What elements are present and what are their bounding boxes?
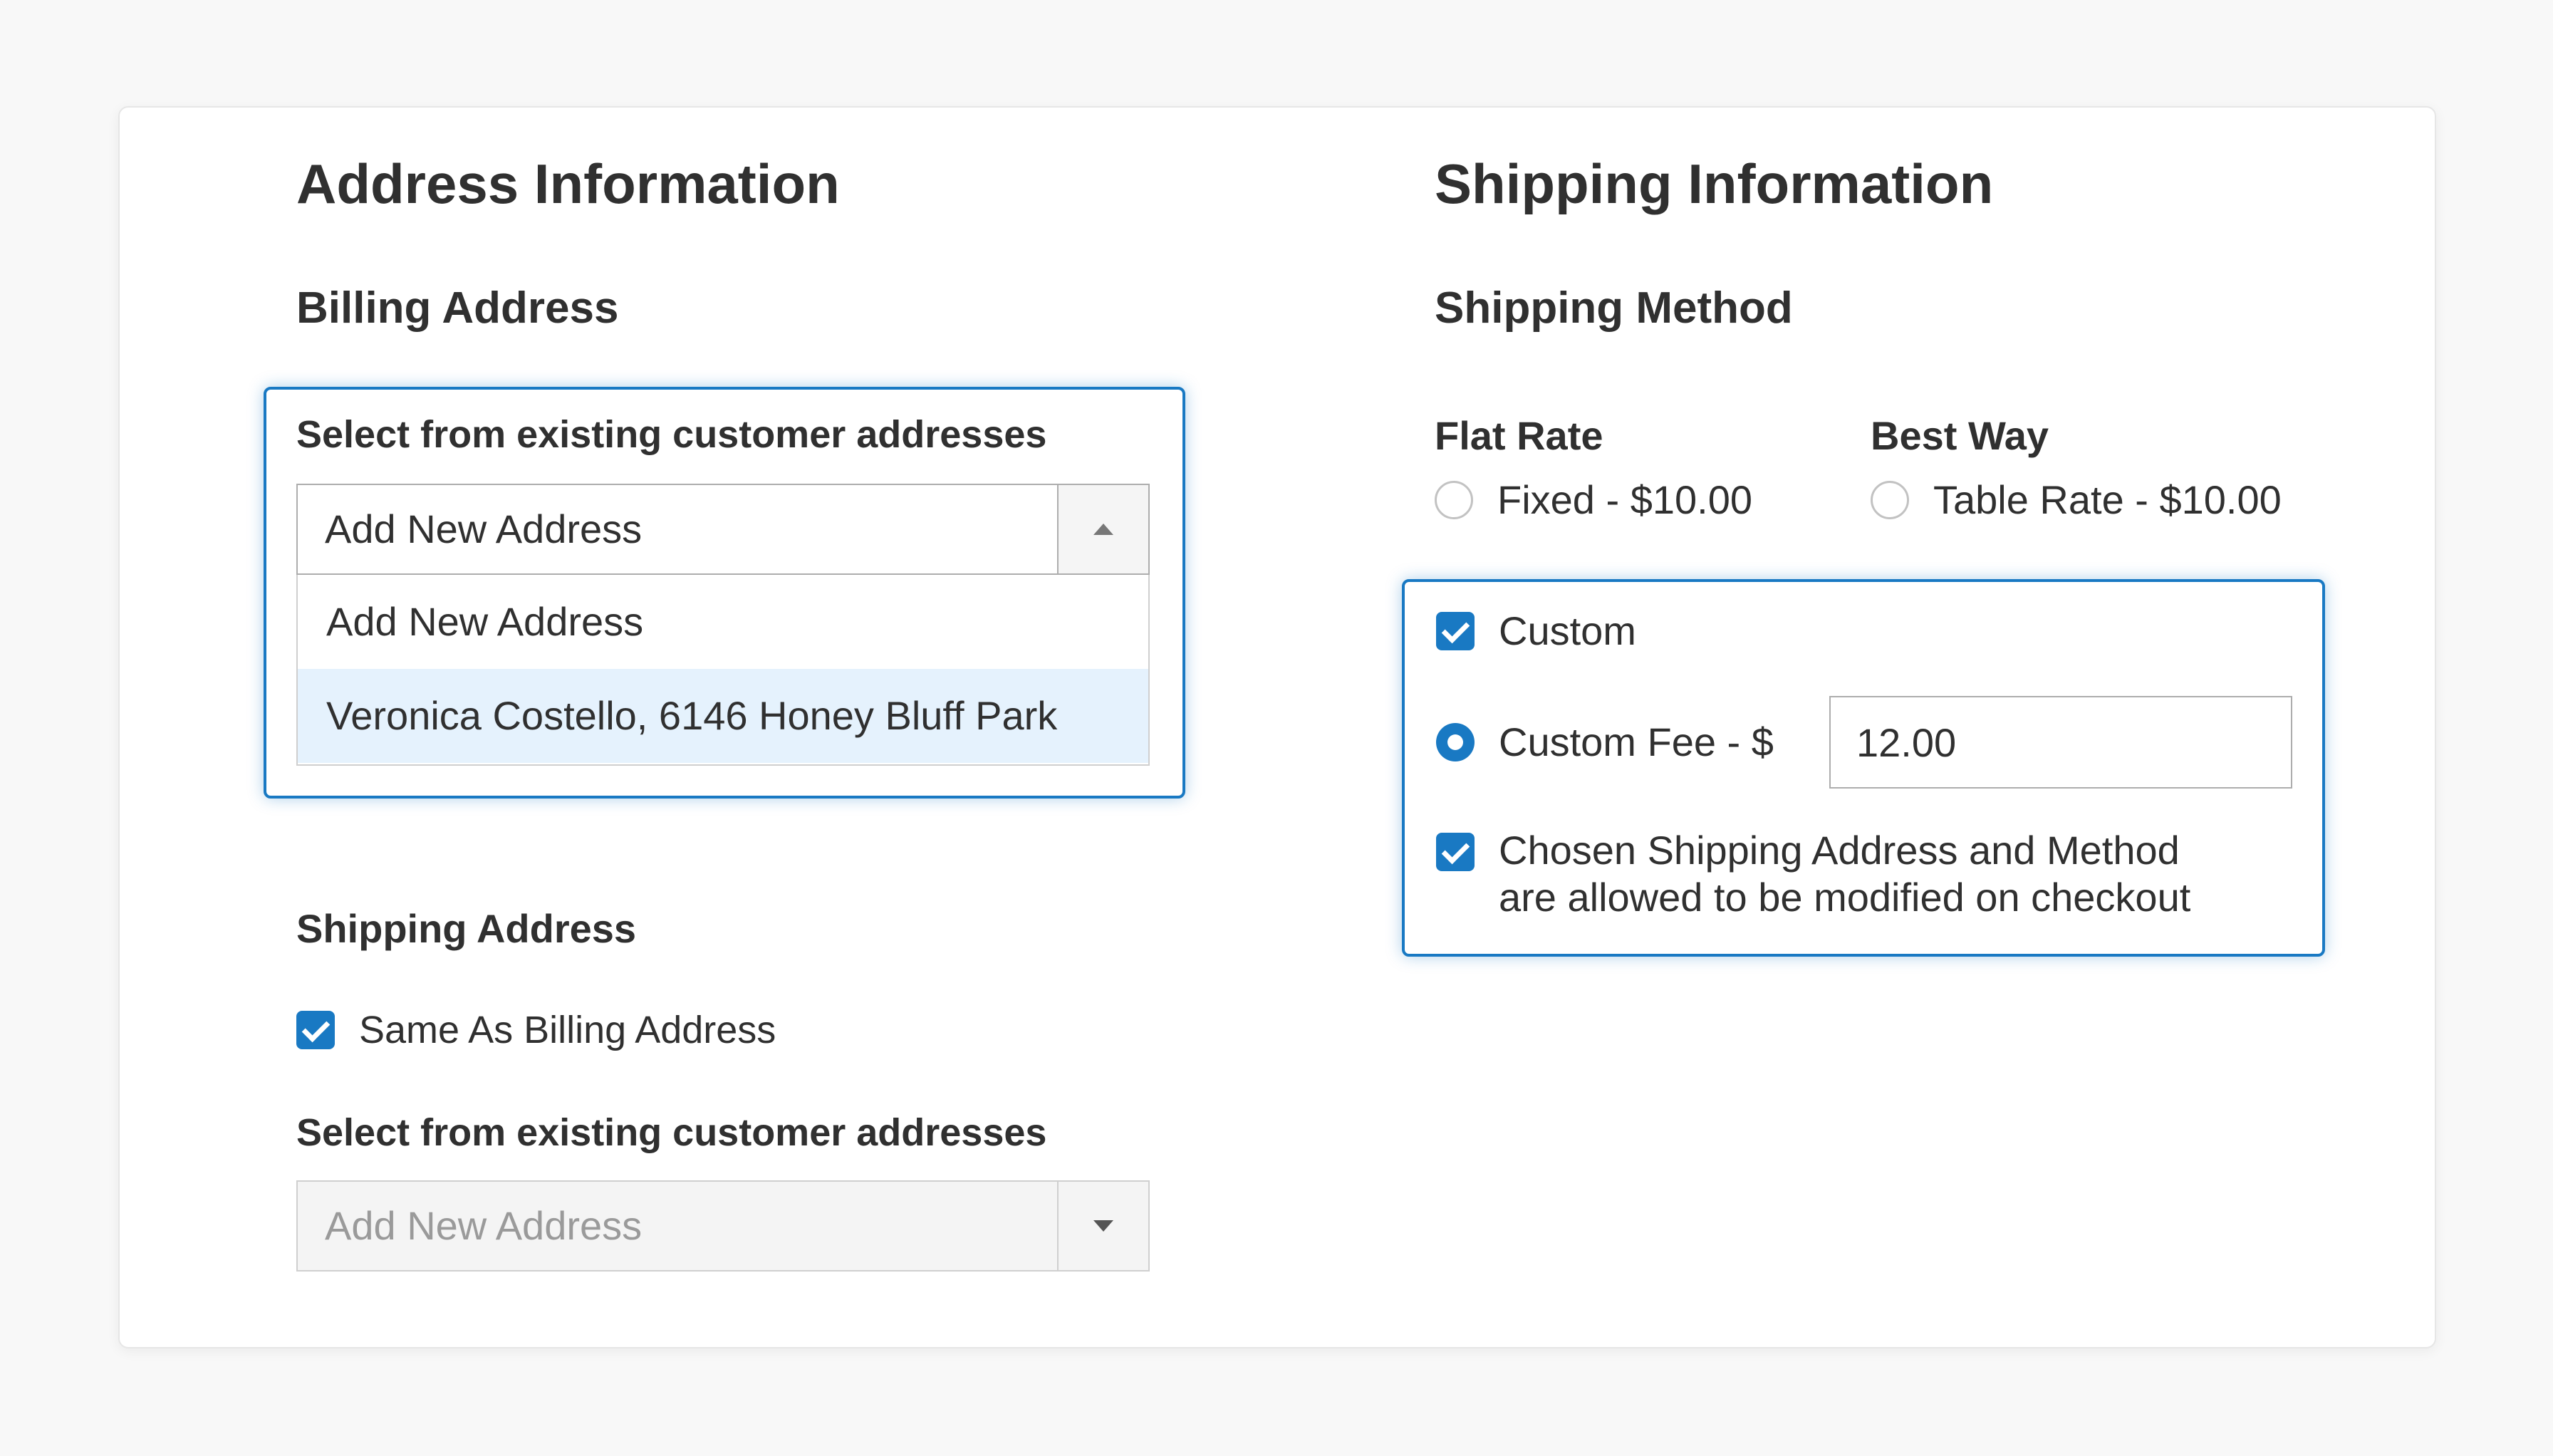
custom-shipping-label: Custom [1499, 608, 1636, 653]
billing-select-toggle[interactable] [1057, 485, 1148, 573]
allow-modify-on-checkout-checkbox[interactable] [1436, 833, 1475, 871]
shipping-select-label: Select from existing customer addresses [296, 1111, 1047, 1154]
billing-option-add-new[interactable]: Add New Address [298, 575, 1148, 669]
chevron-up-icon [1093, 524, 1113, 535]
billing-address-select[interactable]: Add New Address [296, 484, 1150, 575]
custom-fee-radio[interactable] [1436, 723, 1475, 761]
carrier-best-way-title: Best Way [1871, 413, 2049, 458]
shipping-address-select[interactable]: Add New Address [296, 1180, 1150, 1272]
billing-address-dropdown: Add New Address Veronica Costello, 6146 … [296, 575, 1150, 766]
shipping-address-heading: Shipping Address [296, 906, 637, 951]
same-as-billing-checkbox[interactable] [296, 1011, 335, 1049]
billing-address-heading: Billing Address [296, 284, 619, 333]
allow-modify-line-2: are allowed to be modified on checkout [1499, 875, 2191, 920]
shipping-method-heading: Shipping Method [1435, 284, 1793, 333]
chevron-down-icon [1093, 1220, 1113, 1232]
custom-fee-input[interactable] [1829, 696, 2292, 789]
shipping-select-toggle[interactable] [1057, 1182, 1148, 1270]
billing-option-veronica-costello[interactable]: Veronica Costello, 6146 Honey Bluff Park [298, 669, 1148, 763]
billing-address-select-group: Select from existing customer addresses … [264, 387, 1185, 799]
allow-modify-line-1: Chosen Shipping Address and Method [1499, 828, 2180, 873]
carrier-flat-rate-title: Flat Rate [1435, 413, 1603, 458]
flat-rate-fixed-label: Fixed - $10.00 [1497, 477, 1752, 522]
shipping-information-heading: Shipping Information [1435, 152, 1994, 215]
shipping-select-value: Add New Address [325, 1203, 643, 1248]
custom-shipping-checkbox[interactable] [1436, 612, 1475, 650]
best-way-table-rate-radio[interactable] [1871, 481, 1909, 519]
best-way-table-rate-label: Table Rate - $10.00 [1933, 477, 2282, 522]
order-form-card: Address Information Billing Address Sele… [118, 106, 2436, 1348]
billing-select-label: Select from existing customer addresses [296, 413, 1047, 456]
custom-shipping-group: Custom Custom Fee - $ Chosen Shipping Ad… [1402, 579, 2325, 957]
same-as-billing-label: Same As Billing Address [359, 1009, 776, 1051]
address-information-heading: Address Information [296, 152, 840, 215]
flat-rate-fixed-radio[interactable] [1435, 481, 1473, 519]
custom-fee-label: Custom Fee - $ [1499, 719, 1774, 764]
billing-select-value: Add New Address [325, 506, 643, 551]
